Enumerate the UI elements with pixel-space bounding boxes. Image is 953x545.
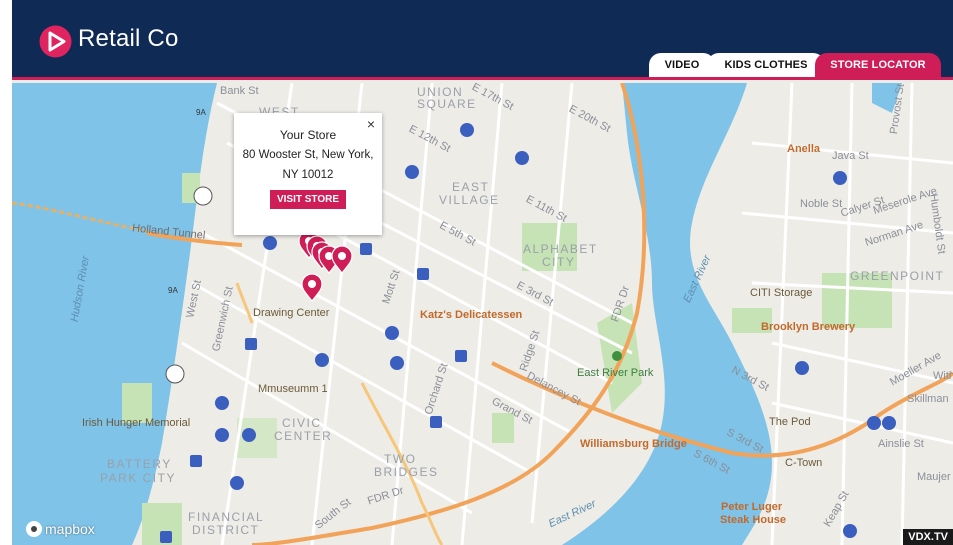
tab-store-locator[interactable]: STORE LOCATOR bbox=[815, 53, 941, 77]
district-civic: CIVIC bbox=[282, 416, 322, 430]
poi-mmuseumm[interactable]: Mmuseumm 1 bbox=[258, 383, 328, 395]
district-city: CITY bbox=[542, 255, 576, 269]
poi-c-town[interactable]: C-Town bbox=[785, 457, 822, 469]
popup-address-line1: 80 Wooster St, New York, bbox=[242, 149, 374, 161]
district-alphabet: ALPHABET bbox=[523, 242, 598, 256]
poi-brooklyn-brewery[interactable]: Brooklyn Brewery bbox=[761, 321, 855, 333]
route-shield-9a-south: 9A bbox=[168, 286, 178, 295]
store-popup: × Your Store 80 Wooster St, New York, NY… bbox=[234, 113, 382, 235]
street-skillman: Skillman bbox=[907, 393, 949, 405]
vdx-attribution[interactable]: VDX.TV bbox=[903, 529, 953, 545]
district-battery: BATTERY bbox=[107, 457, 172, 471]
poi-steak-house[interactable]: Steak House bbox=[720, 514, 786, 526]
street-with: With bbox=[933, 370, 953, 382]
map[interactable]: WEST UNION SQUARE EAST VILLAGE ALPHABET … bbox=[12, 81, 953, 545]
district-center: CENTER bbox=[274, 429, 333, 443]
district-square: SQUARE bbox=[417, 97, 477, 111]
poi-the-pod[interactable]: The Pod bbox=[769, 416, 811, 428]
district-district: DISTRICT bbox=[192, 523, 260, 537]
mapbox-icon bbox=[26, 521, 42, 537]
poi-drawing-center[interactable]: Drawing Center bbox=[253, 307, 329, 319]
poi-east-river-park[interactable]: East River Park bbox=[577, 367, 653, 379]
retail-co-logo-icon bbox=[39, 25, 72, 58]
street-java: Java St bbox=[832, 150, 869, 162]
district-battery-park-city: PARK CITY bbox=[100, 471, 176, 485]
poi-katz[interactable]: Katz's Delicatessen bbox=[420, 309, 522, 321]
brand-name: Retail Co bbox=[78, 25, 179, 52]
district-two: TWO bbox=[384, 452, 417, 466]
nav-tabs: VIDEO KIDS CLOTHES STORE LOCATOR bbox=[641, 51, 941, 77]
poi-irish-hunger-memorial[interactable]: Irish Hunger Memorial bbox=[82, 417, 190, 429]
street-bank: Bank St bbox=[220, 85, 259, 97]
poi-anella[interactable]: Anella bbox=[787, 143, 820, 155]
district-east: EAST bbox=[452, 180, 490, 194]
district-village: VILLAGE bbox=[439, 193, 500, 207]
route-shield-9a: 9A bbox=[196, 108, 206, 117]
mapbox-label: mapbox bbox=[45, 521, 95, 537]
district-financial: FINANCIAL bbox=[188, 510, 265, 524]
popup-address-line2: NY 10012 bbox=[282, 169, 334, 181]
street-maujer: Maujer bbox=[917, 471, 951, 483]
street-noble: Noble St bbox=[800, 198, 843, 210]
tab-video[interactable]: VIDEO bbox=[649, 53, 715, 77]
popup-address: 80 Wooster St, New York, NY 10012 bbox=[234, 145, 382, 185]
street-ainslie: Ainslie St bbox=[878, 438, 924, 450]
close-icon[interactable]: × bbox=[367, 117, 375, 131]
poi-citi-storage[interactable]: CITI Storage bbox=[750, 287, 812, 299]
store-locator-ad: WEST UNION SQUARE EAST VILLAGE ALPHABET … bbox=[12, 0, 953, 545]
poi-williamsburg-bridge[interactable]: Williamsburg Bridge bbox=[580, 438, 687, 450]
tab-kids-clothes[interactable]: KIDS CLOTHES bbox=[707, 53, 825, 77]
poi-peter-luger[interactable]: Peter Luger bbox=[721, 501, 782, 513]
header: Retail Co VIDEO KIDS CLOTHES STORE LOCAT… bbox=[12, 0, 953, 80]
popup-title: Your Store bbox=[279, 128, 337, 142]
district-bridges: BRIDGES bbox=[374, 465, 439, 479]
mapbox-logo[interactable]: mapbox bbox=[26, 521, 95, 537]
district-greenpoint: GREENPOINT bbox=[850, 269, 945, 283]
visit-store-button[interactable]: VISIT STORE bbox=[269, 190, 347, 209]
